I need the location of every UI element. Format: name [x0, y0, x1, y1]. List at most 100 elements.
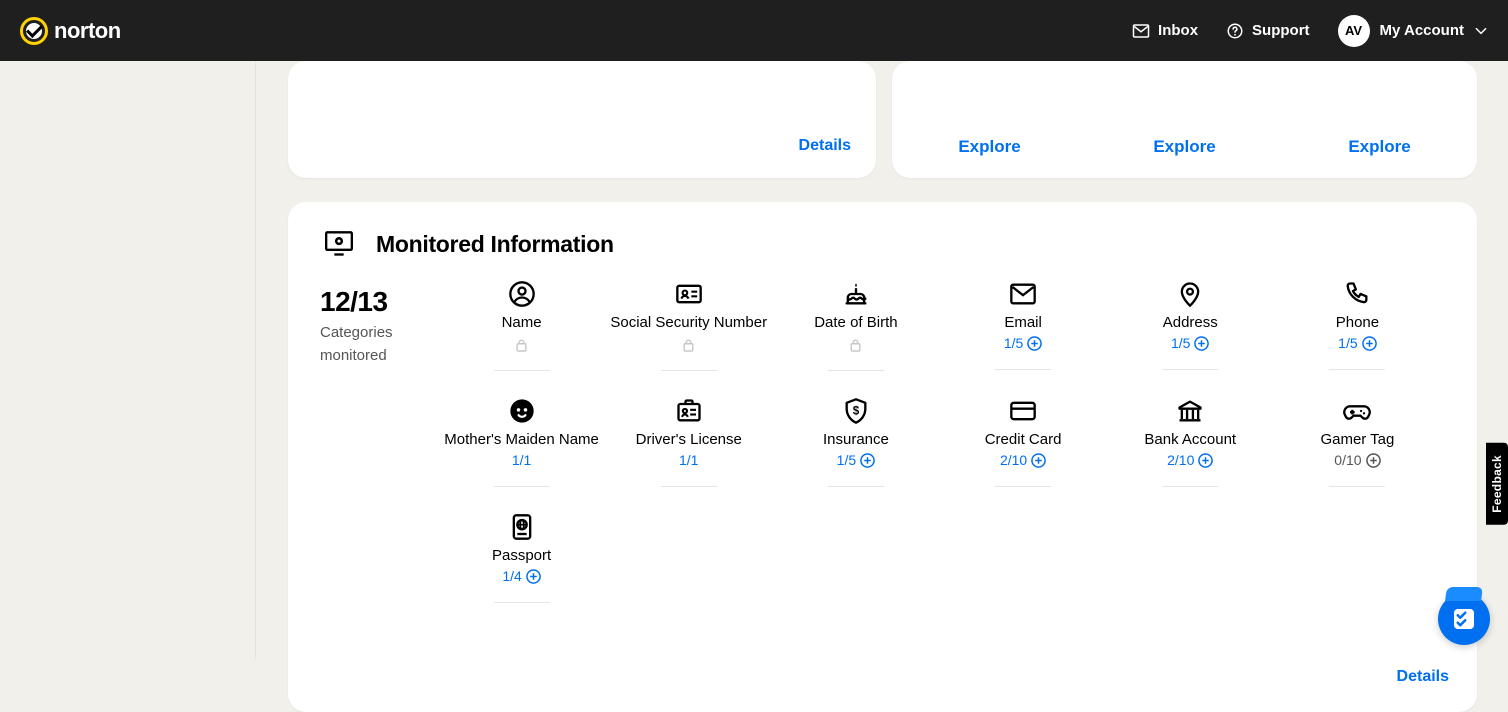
tile-divider: [995, 369, 1051, 370]
gamepad-icon: [1343, 397, 1371, 425]
tile-passport[interactable]: Passport 1/4: [438, 513, 605, 603]
monitor-eye-icon: [320, 230, 358, 258]
inbox-link[interactable]: Inbox: [1132, 22, 1198, 40]
tile-status-text: 1/5: [837, 452, 856, 468]
tile-label: Phone: [1336, 314, 1379, 331]
summary-card-left: Details: [288, 61, 876, 178]
birthday-cake-icon: [842, 280, 870, 308]
add-circle-icon: [1366, 453, 1381, 468]
feedback-tab[interactable]: Feedback: [1486, 443, 1508, 525]
account-menu[interactable]: AV My Account: [1338, 15, 1488, 47]
card-title: Monitored Information: [376, 231, 614, 258]
tile-status[interactable]: 2/10: [1000, 452, 1046, 468]
tile-status[interactable]: 1/1: [679, 452, 698, 468]
tile-status-text: 1/5: [1171, 335, 1190, 351]
details-link[interactable]: Details: [799, 137, 851, 155]
tile-status-text: 1/1: [512, 452, 531, 468]
tile-label: Email: [1004, 314, 1042, 331]
inbox-label: Inbox: [1158, 22, 1198, 39]
tile-divider: [1162, 369, 1218, 370]
sidebar-divider: [255, 61, 256, 659]
chat-assistant-button[interactable]: [1438, 593, 1490, 645]
tile-divider: [828, 486, 884, 487]
add-circle-icon: [860, 453, 875, 468]
summary-label: Categories monitored: [320, 322, 438, 367]
tile-phone[interactable]: Phone 1/5: [1274, 280, 1441, 371]
add-circle-icon: [1031, 453, 1046, 468]
support-label: Support: [1252, 22, 1310, 39]
face-icon: [508, 397, 536, 425]
envelope-icon: [1009, 280, 1037, 308]
tile-status[interactable]: 1/1: [512, 452, 531, 468]
tile-date-of-birth[interactable]: Date of Birth: [772, 280, 939, 371]
tile-divider: [494, 602, 550, 603]
license-icon: [675, 397, 703, 425]
tile-status[interactable]: 0/10: [1334, 452, 1380, 468]
card-header: Monitored Information: [320, 230, 1441, 258]
tile-label: Address: [1163, 314, 1218, 331]
tile-label: Social Security Number: [610, 314, 767, 331]
norton-logo[interactable]: norton: [20, 17, 121, 45]
tile-status[interactable]: 1/5: [1171, 335, 1209, 351]
map-pin-icon: [1176, 280, 1204, 308]
lock-icon: [515, 337, 528, 352]
tile-mother-s-maiden-name[interactable]: Mother's Maiden Name 1/1: [438, 397, 605, 487]
tile-label: Insurance: [823, 431, 889, 448]
tile-grid: Name Social Security Number Date of Birt…: [438, 280, 1441, 603]
tile-gamer-tag[interactable]: Gamer Tag 0/10: [1274, 397, 1441, 487]
tile-divider: [494, 486, 550, 487]
tile-status[interactable]: 1/5: [1004, 335, 1042, 351]
tile-status[interactable]: 1/5: [837, 452, 875, 468]
tile-divider: [661, 486, 717, 487]
envelope-icon: [1132, 22, 1150, 40]
tile-email[interactable]: Email 1/5: [940, 280, 1107, 371]
tile-label: Driver's License: [636, 431, 742, 448]
tile-bank-account[interactable]: Bank Account 2/10: [1107, 397, 1274, 487]
chat-checklist-icon: [1449, 604, 1479, 634]
monitored-information-card: Monitored Information 12/13 Categories m…: [288, 202, 1477, 712]
tile-divider: [661, 370, 717, 371]
lock-icon: [849, 337, 862, 352]
add-circle-icon: [1194, 336, 1209, 351]
support-link[interactable]: Support: [1226, 22, 1310, 40]
tile-status[interactable]: 1/4: [502, 568, 540, 584]
tile-status[interactable]: 2/10: [1167, 452, 1213, 468]
summary-card-right: Explore Explore Explore: [892, 61, 1477, 178]
add-circle-icon: [1027, 336, 1042, 351]
tile-divider: [494, 370, 550, 371]
tile-status-text: 1/4: [502, 568, 521, 584]
avatar-initials: AV: [1345, 23, 1362, 38]
top-header: norton Inbox Support AV My Account: [0, 0, 1508, 61]
explore-link-2[interactable]: Explore: [1153, 137, 1215, 157]
tile-driver-s-license[interactable]: Driver's License 1/1: [605, 397, 772, 487]
tile-status-text: 1/1: [679, 452, 698, 468]
tile-address[interactable]: Address 1/5: [1107, 280, 1274, 371]
page-body: Details Explore Explore Explore Monitore…: [0, 61, 1508, 659]
details-link-bottom[interactable]: Details: [1397, 668, 1449, 686]
tile-label: Date of Birth: [814, 314, 897, 331]
summary-block: 12/13 Categories monitored: [320, 280, 438, 603]
tile-divider: [1329, 369, 1385, 370]
tile-divider: [1162, 486, 1218, 487]
add-circle-icon: [526, 569, 541, 584]
explore-link-1[interactable]: Explore: [958, 137, 1020, 157]
chevron-down-icon: [1474, 24, 1488, 38]
explore-link-3[interactable]: Explore: [1348, 137, 1410, 157]
tile-status-text: 1/5: [1338, 335, 1357, 351]
credit-card-icon: [1009, 397, 1037, 425]
help-circle-icon: [1226, 22, 1244, 40]
tile-insurance[interactable]: Insurance 1/5: [772, 397, 939, 487]
tile-credit-card[interactable]: Credit Card 2/10: [940, 397, 1107, 487]
tile-social-security-number[interactable]: Social Security Number: [605, 280, 772, 371]
passport-icon: [508, 513, 536, 541]
card-content: 12/13 Categories monitored Name Social S…: [320, 280, 1441, 603]
tile-status-text: 1/5: [1004, 335, 1023, 351]
bank-icon: [1176, 397, 1204, 425]
tile-status-text: 2/10: [1167, 452, 1194, 468]
tile-label: Mother's Maiden Name: [444, 431, 599, 448]
tile-label: Bank Account: [1144, 431, 1236, 448]
avatar: AV: [1338, 15, 1370, 47]
tile-status[interactable]: 1/5: [1338, 335, 1376, 351]
tile-name[interactable]: Name: [438, 280, 605, 371]
add-circle-icon: [1198, 453, 1213, 468]
